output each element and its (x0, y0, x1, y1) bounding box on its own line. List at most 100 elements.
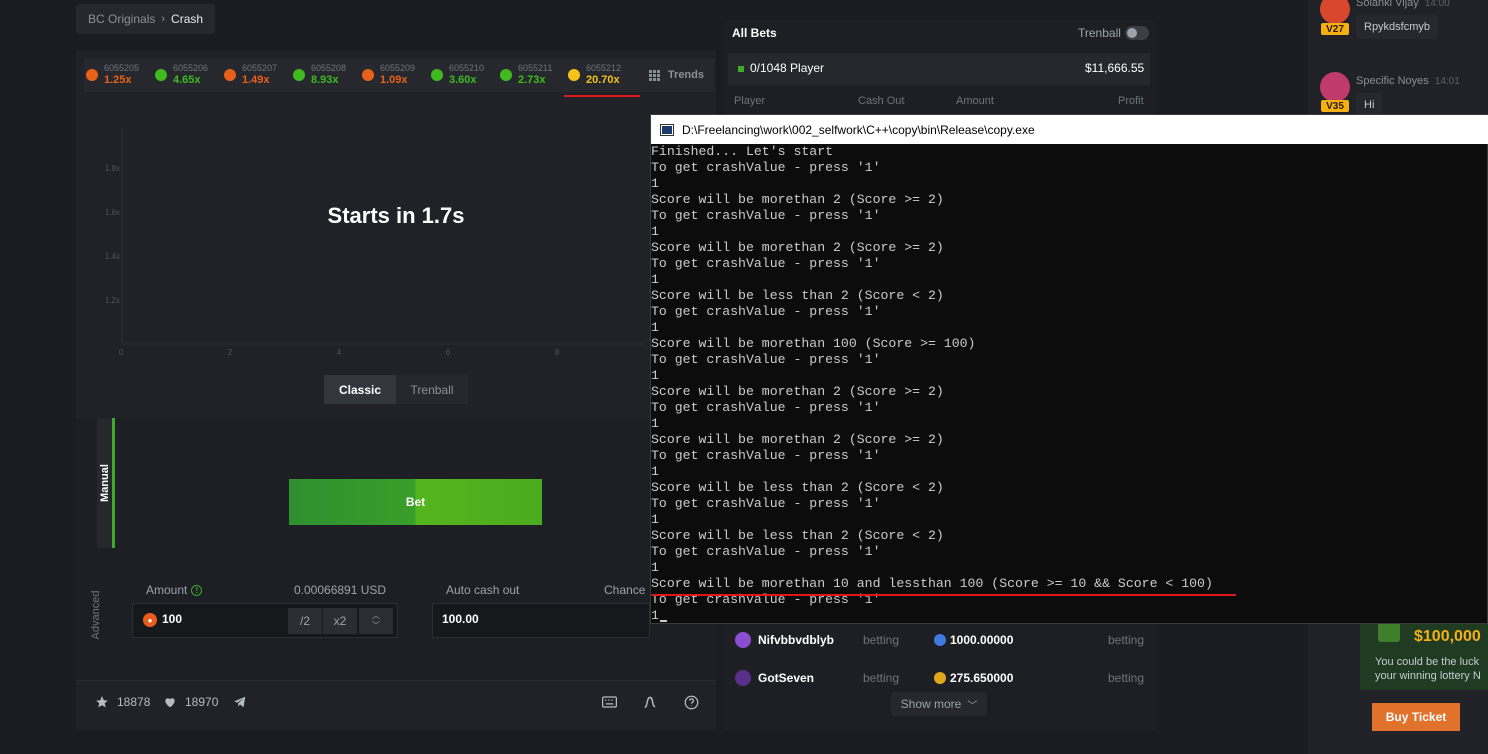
buy-ticket-button[interactable]: Buy Ticket (1372, 703, 1460, 731)
history-item[interactable]: 6055211 2.73x (500, 58, 552, 92)
x-tick-label: 6 (446, 348, 451, 357)
result-dot-icon (293, 69, 305, 81)
history-text: 6055209 1.09x (380, 64, 415, 86)
keyboard-icon[interactable] (602, 695, 617, 709)
coin-icon (934, 672, 946, 684)
auto-cash-out-value[interactable]: 100.00 (442, 612, 479, 626)
console-line: Score will be less than 2 (Score < 2) (651, 480, 944, 495)
auto-cash-out-label: Auto cash out (446, 583, 520, 597)
tab-classic[interactable]: Classic (324, 375, 396, 404)
chat-time: 14:01 (1434, 76, 1460, 87)
avatar (735, 670, 751, 686)
like-button[interactable]: 18970 (163, 695, 218, 709)
column-player: Player (734, 95, 766, 107)
level-badge: V35 (1321, 100, 1349, 112)
favorite-button[interactable]: 18878 (95, 695, 150, 709)
round-id: 6055207 (242, 63, 278, 73)
breadcrumb-parent[interactable]: BC Originals (88, 12, 155, 26)
chat-author-name[interactable]: Solanki Vijay (1356, 0, 1419, 9)
history-text: 6055212 20.70x (586, 64, 621, 86)
x-tick-label: 8 (555, 348, 560, 357)
console-line: Finished... Let's start (651, 144, 834, 159)
trends-button[interactable]: Trends (648, 58, 704, 92)
console-line: To get crashValue - press '1' (651, 544, 881, 559)
console-line: 1 (651, 320, 659, 335)
console-app-icon (660, 123, 674, 136)
round-id: 6055208 (311, 63, 347, 73)
bet-button[interactable]: Bet (289, 479, 542, 525)
result-dot-icon (224, 69, 236, 81)
console-line: 1 (651, 224, 659, 239)
history-item[interactable]: 6055208 8.93x (293, 58, 346, 92)
amount-value[interactable]: 100 (162, 612, 182, 626)
history-item[interactable]: 6055212 20.70x (568, 58, 621, 92)
history-item[interactable]: 6055205 1.25x (86, 58, 139, 92)
amount-stepper[interactable]: ︿ ﹀ (359, 608, 393, 634)
console-line: 1 (651, 512, 659, 527)
round-id: 6055206 (173, 63, 209, 73)
lottery-text: your winning lottery N (1375, 670, 1481, 682)
console-line: Score will be morethan 2 (Score >= 2) (651, 192, 944, 207)
mode-tabs: Classic Trenball (324, 375, 468, 404)
console-line: To get crashValue - press '1' (651, 256, 881, 271)
telegram-icon[interactable] (233, 695, 247, 709)
history-item[interactable]: 6055207 1.49x (224, 58, 277, 92)
cash-out-status: betting (863, 671, 900, 685)
console-line: Score will be morethan 100 (Score >= 100… (651, 336, 976, 351)
result-dot-icon (500, 69, 512, 81)
avatar[interactable] (1320, 72, 1350, 102)
history-text: 6055205 1.25x (104, 64, 139, 86)
star-icon (96, 696, 108, 708)
console-line: 1 (651, 464, 659, 479)
console-line: To get crashValue - press '1' (651, 208, 881, 223)
profit-status: betting (1108, 671, 1145, 685)
tab-advanced-label: Advanced (90, 590, 102, 640)
console-line: Score will be less than 2 (Score < 2) (651, 528, 944, 543)
tab-manual[interactable]: Manual (97, 418, 115, 548)
tab-manual-label: Manual (98, 464, 111, 502)
half-amount-button[interactable]: /2 (288, 608, 322, 634)
console-line: Score will be less than 2 (Score < 2) (651, 288, 944, 303)
player-name[interactable]: Nifvbbvdblyb (758, 633, 834, 647)
chat-message: Rpykdsfcmyb (1356, 15, 1439, 39)
result-dot-icon (86, 69, 98, 81)
shib-coin-icon: ● (143, 613, 157, 627)
help-icon[interactable] (684, 695, 699, 710)
console-line: To get crashValue - press '1' (651, 496, 881, 511)
console-output[interactable]: Finished... Let's start To get crashValue… (651, 144, 1487, 622)
console-line: 1 (651, 416, 659, 431)
history-item[interactable]: 6055210 3.60x (431, 58, 484, 92)
info-icon[interactable]: ! (191, 584, 203, 596)
chat-author-name[interactable]: Specific Noyes (1356, 75, 1429, 87)
x-tick-label: 4 (337, 348, 342, 357)
cash-out-status: betting (863, 633, 900, 647)
trenball-toggle[interactable] (1125, 26, 1149, 40)
console-titlebar[interactable]: D:\Freelancing\work\002_selfwork\C++\cop… (651, 115, 1488, 144)
column-profit: Profit (1118, 95, 1144, 107)
player-name[interactable]: GotSeven (758, 671, 814, 685)
annotation-underline (652, 594, 1236, 596)
y-tick-label: 1.6x (105, 208, 120, 217)
console-line: To get crashValue - press '1' (651, 304, 881, 319)
chart-line-icon[interactable] (643, 695, 657, 709)
show-more-button[interactable]: Show more ﹀ (891, 692, 987, 716)
avatar (735, 632, 751, 648)
amount-usd-value: 0.00066891 USD (294, 583, 387, 597)
heart-icon (165, 698, 175, 708)
all-bets-title: All Bets (732, 26, 777, 40)
tab-trenball[interactable]: Trenball (396, 375, 468, 404)
lottery-text: You could be the luck (1375, 656, 1480, 668)
crash-multiplier: 20.70x (586, 74, 620, 86)
lottery-amount: $100,000 (1414, 628, 1481, 645)
bet-controls (76, 418, 716, 680)
history-item[interactable]: 6055206 4.65x (155, 58, 208, 92)
chevron-right-icon: › (161, 13, 166, 25)
tab-advanced[interactable]: Advanced (86, 550, 106, 680)
chevron-down-icon[interactable]: ﹀ (372, 621, 380, 631)
history-item[interactable]: 6055209 1.09x (362, 58, 415, 92)
show-more-label: Show more (900, 697, 962, 711)
text-cursor (660, 620, 667, 622)
double-amount-button[interactable]: x2 (323, 608, 357, 634)
chevron-up-icon[interactable]: ︿ (372, 611, 380, 621)
bets-total: $11,666.55 (1085, 61, 1145, 75)
